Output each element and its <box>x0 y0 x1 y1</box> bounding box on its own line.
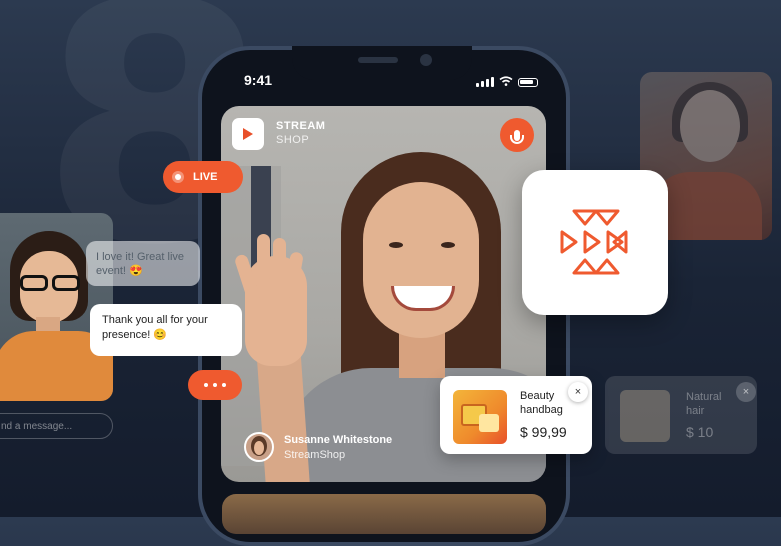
host-face <box>363 182 479 338</box>
product-name: Beauty handbag <box>520 390 563 416</box>
app-logo-card <box>522 170 668 315</box>
close-icon-faded[interactable]: × <box>736 382 756 402</box>
close-icon[interactable]: × <box>568 382 588 402</box>
status-time: 9:41 <box>244 72 273 88</box>
microphone-button[interactable] <box>500 118 534 152</box>
host-avatar[interactable] <box>244 432 274 462</box>
host-name: Susanne Whitestone <box>284 434 393 446</box>
typing-dots-icon <box>188 370 242 400</box>
chat-bubble-viewer: I love it! Great live event! 😍 <box>86 241 200 286</box>
microphone-icon <box>510 129 524 144</box>
host-channel: StreamShop <box>284 449 346 461</box>
status-bar-icons <box>476 73 538 91</box>
live-label: LIVE <box>193 171 218 183</box>
signal-icon <box>476 77 494 87</box>
product-name-faded: Natural hair <box>686 391 722 417</box>
play-icon <box>232 118 264 150</box>
message-input[interactable]: nd a message... <box>0 413 113 439</box>
live-badge: LIVE <box>163 161 243 193</box>
next-stream-card[interactable] <box>222 494 546 534</box>
brand-name-sub: SHOP <box>276 134 310 146</box>
live-dot-icon <box>175 174 181 180</box>
glasses <box>14 275 82 291</box>
phone-notch <box>292 46 472 80</box>
app-logo-icon <box>560 209 628 275</box>
product-image <box>453 390 507 444</box>
chat-bubble-host: Thank you all for your presence! 😊 <box>90 304 242 356</box>
brand-name: STREAM <box>276 120 326 132</box>
wifi-icon <box>499 73 513 91</box>
product-price-faded: $ 10 <box>686 424 714 440</box>
product-image-faded <box>620 390 670 442</box>
product-price: $ 99,99 <box>520 424 567 440</box>
battery-icon <box>518 77 538 87</box>
